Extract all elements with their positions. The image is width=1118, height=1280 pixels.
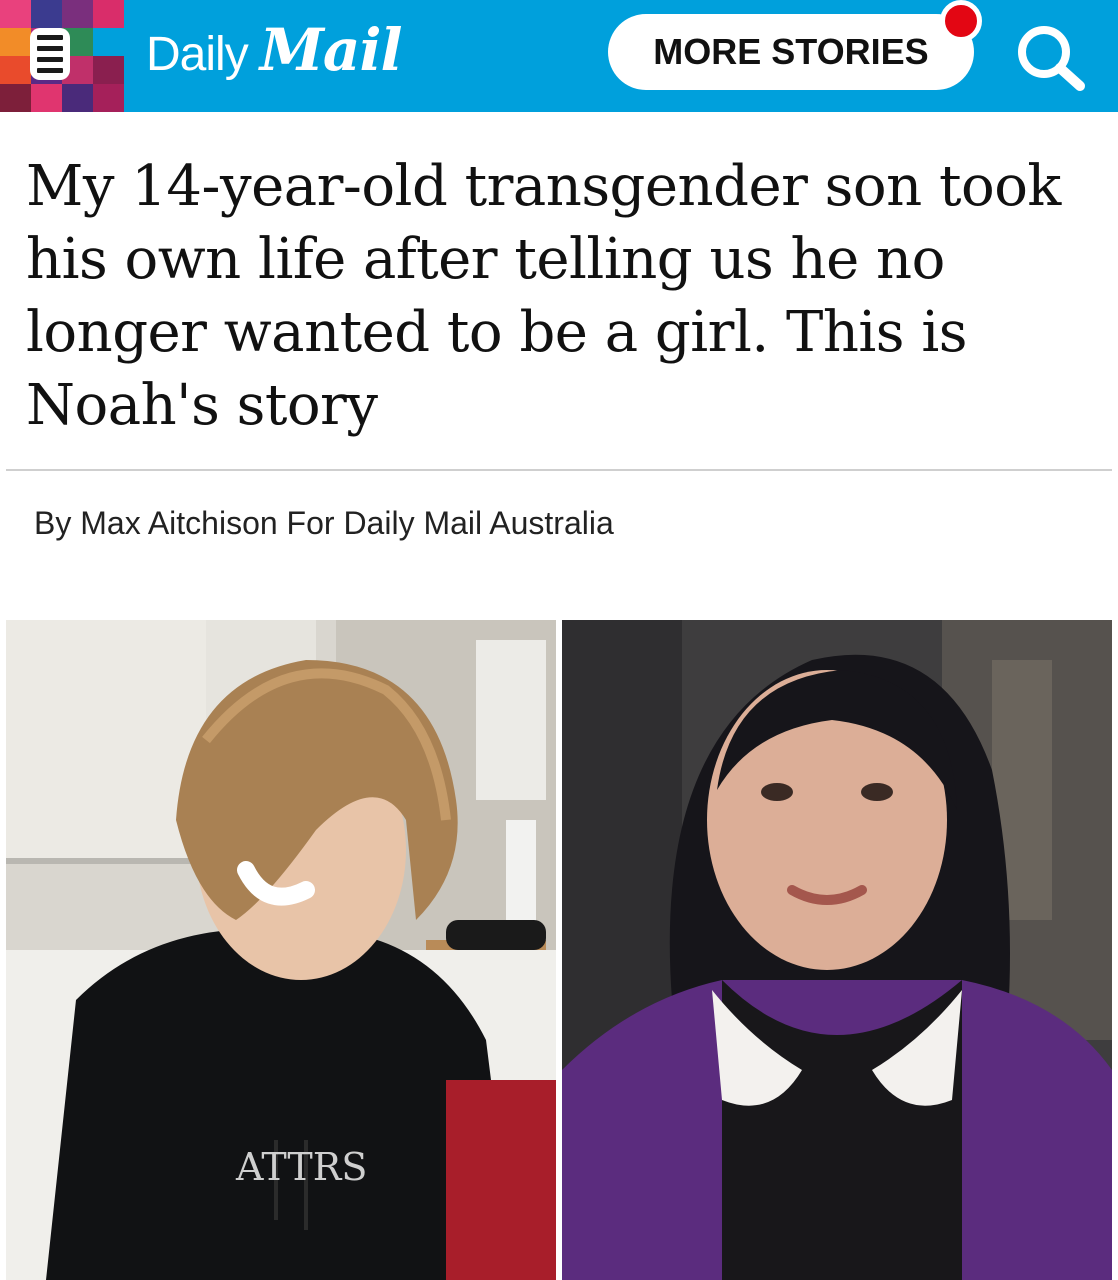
logo-mail-text: Mail [259,16,403,84]
article-byline: By Max Aitchison For Daily Mail Australi… [34,505,614,541]
menu-icon[interactable] [30,28,70,80]
notification-dot-icon [940,0,982,42]
mother-interview-photo[interactable] [562,620,1112,1280]
top-navigation-bar: Daily Mail MORE STORIES [0,0,1118,112]
daily-mail-logo[interactable]: Daily Mail [146,16,403,86]
more-stories-button[interactable]: MORE STORIES [608,14,974,90]
noah-hospital-photo[interactable]: ATTRS [6,620,556,1280]
article-headline: My 14-year-old transgender son took his … [26,154,1061,438]
headline-divider [6,469,1112,471]
logo-daily-text: Daily [146,28,249,81]
search-icon[interactable] [1010,20,1090,92]
svg-text:ATTRS: ATTRS [235,1145,367,1189]
